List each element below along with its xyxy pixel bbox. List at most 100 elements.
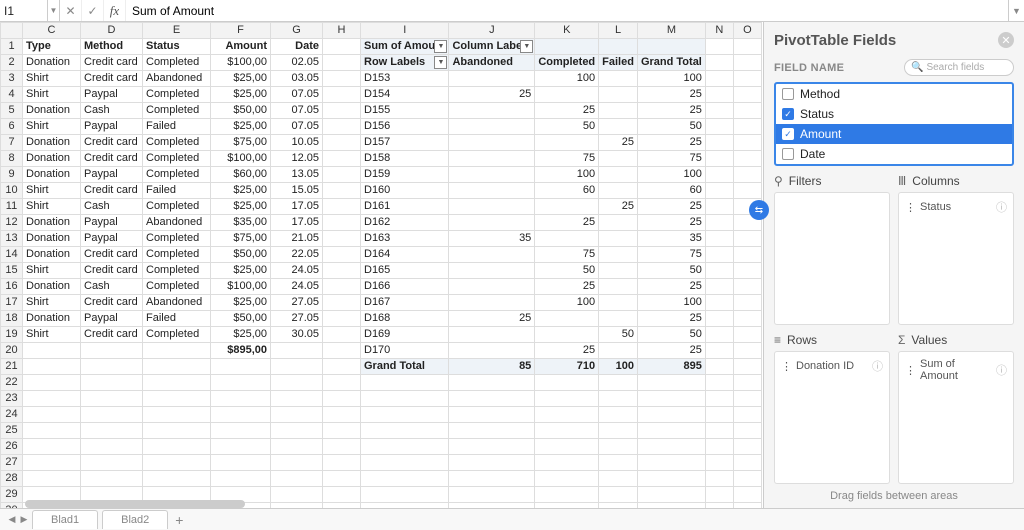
cell[interactable]: 60 [637, 183, 705, 199]
cell[interactable] [449, 263, 535, 279]
cancel-icon[interactable]: ✕ [60, 0, 82, 21]
cell[interactable]: Shirt [23, 295, 81, 311]
cell[interactable] [81, 407, 143, 423]
cell[interactable]: D159 [361, 167, 449, 183]
cell[interactable]: Paypal [81, 215, 143, 231]
cell[interactable]: $100,00 [211, 55, 271, 71]
field-item-method[interactable]: Method [776, 84, 1012, 104]
cell[interactable] [599, 311, 638, 327]
cell[interactable] [23, 423, 81, 439]
cell[interactable]: Completed [535, 55, 599, 71]
cell[interactable] [23, 471, 81, 487]
cell[interactable] [599, 471, 638, 487]
cell[interactable]: 24.05 [271, 279, 323, 295]
cell[interactable]: 50 [637, 119, 705, 135]
confirm-icon[interactable]: ✓ [82, 0, 104, 21]
cell[interactable]: 100 [637, 295, 705, 311]
area-rows[interactable]: ⋮Donation IDⓘ [774, 351, 890, 484]
cell[interactable] [449, 423, 535, 439]
cell[interactable]: 24.05 [271, 263, 323, 279]
cell[interactable] [449, 215, 535, 231]
field-item-status[interactable]: ✓Status [776, 104, 1012, 124]
cell[interactable]: 50 [637, 327, 705, 343]
row-header[interactable]: 21 [1, 359, 23, 375]
row-header[interactable]: 15 [1, 263, 23, 279]
cell[interactable] [143, 471, 211, 487]
cell[interactable]: D158 [361, 151, 449, 167]
cell[interactable]: 50 [637, 263, 705, 279]
cell[interactable]: Shirt [23, 327, 81, 343]
cell[interactable]: Credit card [81, 247, 143, 263]
cell[interactable] [637, 439, 705, 455]
tab-prev-icon[interactable]: ◀ [6, 512, 18, 528]
cell[interactable] [599, 423, 638, 439]
cell[interactable]: Donation [23, 55, 81, 71]
cell[interactable] [733, 295, 761, 311]
cell[interactable] [535, 471, 599, 487]
cell[interactable]: Date [271, 39, 323, 55]
cell[interactable]: D170 [361, 343, 449, 359]
cell[interactable] [733, 263, 761, 279]
cell[interactable] [271, 455, 323, 471]
cell[interactable] [705, 455, 733, 471]
cell[interactable]: 75 [535, 247, 599, 263]
cell[interactable]: 100 [637, 71, 705, 87]
cell[interactable] [449, 183, 535, 199]
tab-next-icon[interactable]: ▶ [18, 512, 30, 528]
cell[interactable]: Credit card [81, 135, 143, 151]
cell[interactable]: 25 [535, 215, 599, 231]
cell[interactable] [637, 487, 705, 503]
cell[interactable]: D168 [361, 311, 449, 327]
cell[interactable] [637, 455, 705, 471]
cell[interactable] [449, 343, 535, 359]
area-columns[interactable]: ⋮Statusⓘ [898, 192, 1014, 325]
cell[interactable] [599, 391, 638, 407]
cell[interactable] [705, 391, 733, 407]
cell[interactable] [733, 439, 761, 455]
cell[interactable] [211, 455, 271, 471]
cell[interactable] [449, 199, 535, 215]
cell[interactable]: Completed [143, 167, 211, 183]
cell[interactable] [143, 375, 211, 391]
cell[interactable]: Abandoned [143, 295, 211, 311]
cell[interactable]: 75 [637, 247, 705, 263]
info-icon[interactable]: ⓘ [872, 358, 883, 374]
row-header[interactable]: 20 [1, 343, 23, 359]
cell[interactable] [361, 455, 449, 471]
col-header[interactable]: F [211, 23, 271, 39]
cell[interactable]: D156 [361, 119, 449, 135]
cell[interactable] [733, 343, 761, 359]
col-header[interactable]: O [733, 23, 761, 39]
cell[interactable] [599, 231, 638, 247]
cell[interactable] [733, 231, 761, 247]
cell[interactable] [733, 359, 761, 375]
cell[interactable]: $35,00 [211, 215, 271, 231]
cell[interactable] [535, 87, 599, 103]
cell[interactable]: 100 [599, 359, 638, 375]
cell[interactable] [599, 119, 638, 135]
cell[interactable]: Completed [143, 231, 211, 247]
cell[interactable]: Completed [143, 199, 211, 215]
cell[interactable] [705, 263, 733, 279]
cell[interactable] [535, 375, 599, 391]
cell[interactable] [733, 311, 761, 327]
col-header[interactable]: M [637, 23, 705, 39]
cell[interactable]: $25,00 [211, 119, 271, 135]
cell[interactable]: Grand Total [637, 55, 705, 71]
cell[interactable] [599, 103, 638, 119]
cell[interactable]: Credit card [81, 263, 143, 279]
cell[interactable]: 50 [599, 327, 638, 343]
cell[interactable] [705, 199, 733, 215]
cell[interactable] [81, 439, 143, 455]
sheet-tab-blad1[interactable]: Blad1 [32, 510, 98, 529]
cell[interactable] [323, 151, 361, 167]
cell[interactable]: $25,00 [211, 295, 271, 311]
cell[interactable] [323, 183, 361, 199]
cell[interactable] [705, 151, 733, 167]
cell[interactable]: D164 [361, 247, 449, 263]
cell[interactable] [449, 279, 535, 295]
cell[interactable]: D163 [361, 231, 449, 247]
cell[interactable]: Abandoned [143, 71, 211, 87]
cell[interactable]: Paypal [81, 231, 143, 247]
cell[interactable] [323, 215, 361, 231]
